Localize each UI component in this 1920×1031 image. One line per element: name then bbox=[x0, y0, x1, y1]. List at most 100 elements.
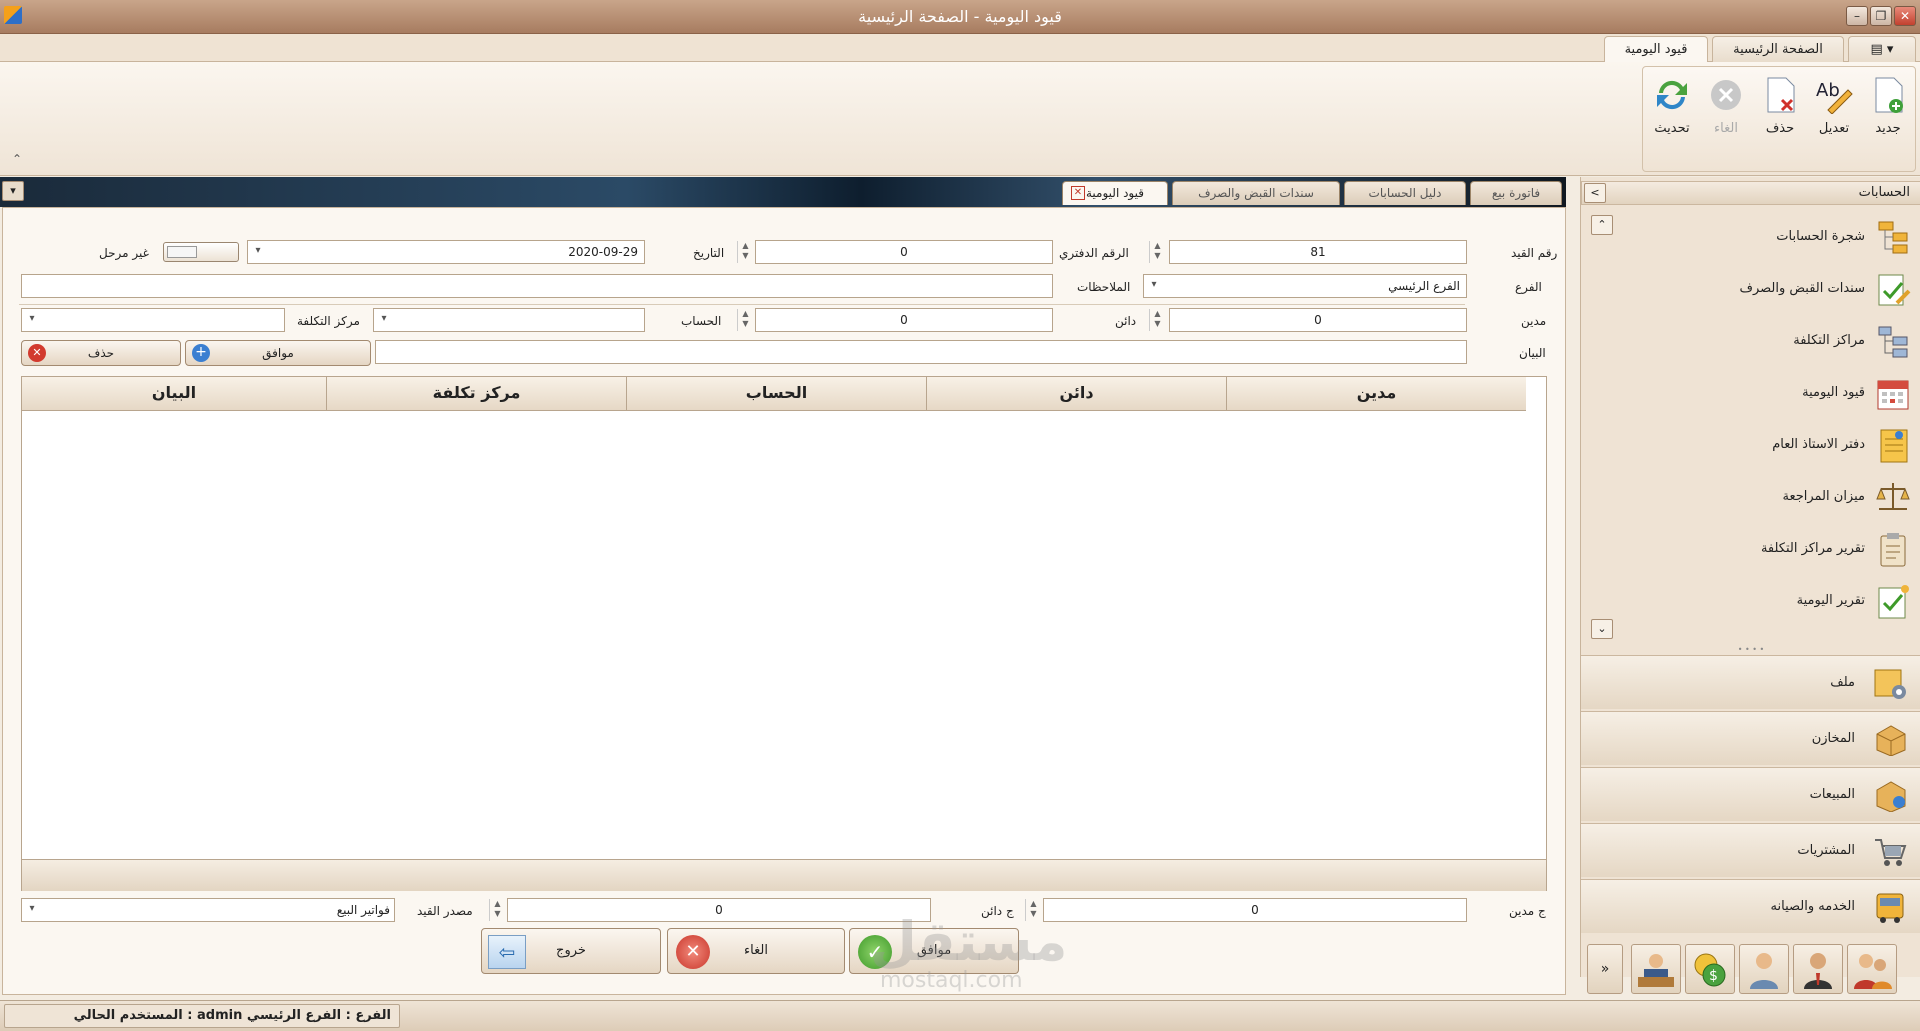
source-label: مصدر القيد bbox=[417, 904, 473, 918]
book-no-field[interactable]: 0 bbox=[755, 240, 1053, 264]
edit-button[interactable]: Ab تعديل bbox=[1809, 73, 1859, 153]
nav-item-cost-centers[interactable]: مراكز التكلفة bbox=[1581, 321, 1920, 361]
tab-journal-entries-doc[interactable]: قيود اليومية ✕ bbox=[1062, 181, 1168, 205]
currency-icon[interactable]: $ bbox=[1685, 944, 1735, 994]
edit-icon: Ab bbox=[1814, 75, 1854, 115]
splitter-grip[interactable]: • • • • bbox=[1581, 645, 1920, 655]
line-delete-button[interactable]: ✕ حذف bbox=[21, 340, 181, 366]
nav-item-trial-balance[interactable]: ميزان المراجعة bbox=[1581, 477, 1920, 517]
delete-circle-icon: ✕ bbox=[28, 344, 46, 362]
credit-spinner[interactable]: ▲ ▼ bbox=[737, 309, 753, 331]
notes-label: الملاحظات bbox=[1077, 280, 1131, 294]
date-field[interactable]: 2020-09-29 bbox=[247, 240, 645, 264]
book-no-label: الرقم الدفتري bbox=[1059, 246, 1129, 260]
nav-item-cost-center-report[interactable]: تقرير مراكز التكلفة bbox=[1581, 529, 1920, 569]
new-document-icon bbox=[1868, 75, 1908, 115]
cost-center-dropdown-icon[interactable]: ▾ bbox=[23, 309, 41, 331]
account-dropdown-icon[interactable]: ▾ bbox=[375, 309, 393, 331]
statement-field[interactable] bbox=[375, 340, 1467, 364]
tabs-dropdown-icon[interactable]: ▾ bbox=[2, 181, 24, 201]
tab-chart-of-accounts[interactable]: دليل الحسابات bbox=[1344, 181, 1466, 205]
tab-vouchers[interactable]: سندات القبض والصرف bbox=[1172, 181, 1340, 205]
column-credit[interactable]: دائن bbox=[926, 377, 1226, 411]
debit-field[interactable]: 0 bbox=[1169, 308, 1467, 332]
entries-grid[interactable]: مدين دائن الحساب مركز تكلفة البيان bbox=[21, 376, 1547, 891]
book-no-spinner[interactable]: ▲ ▼ bbox=[737, 241, 753, 263]
nav-item-label: شجرة الحسابات bbox=[1776, 229, 1865, 244]
nav-item-vouchers[interactable]: سندات القبض والصرف bbox=[1581, 269, 1920, 309]
nav-group-service[interactable]: الخدمه والصيانه bbox=[1581, 879, 1920, 933]
column-debit[interactable]: مدين bbox=[1226, 377, 1526, 411]
restore-button[interactable]: ❐ bbox=[1870, 6, 1892, 26]
column-statement[interactable]: البيان bbox=[22, 377, 326, 411]
nav-group-sales[interactable]: المبيعات bbox=[1581, 767, 1920, 821]
calendar-icon bbox=[1875, 375, 1911, 411]
new-button[interactable]: جديد bbox=[1863, 73, 1913, 153]
entry-no-spinner[interactable]: ▲ ▼ bbox=[1149, 241, 1165, 263]
refresh-button[interactable]: تحديث bbox=[1647, 73, 1697, 153]
exit-arrow-icon: ⇦ bbox=[488, 935, 526, 969]
scroll-down-icon[interactable]: ⌄ bbox=[1591, 619, 1613, 639]
account-select[interactable] bbox=[373, 308, 645, 332]
nav-item-label: تقرير مراكز التكلفة bbox=[1760, 541, 1865, 556]
nav-group-purchases[interactable]: المشتريات bbox=[1581, 823, 1920, 877]
nav-item-general-ledger[interactable]: دفتر الاستاذ العام bbox=[1581, 425, 1920, 465]
column-account[interactable]: الحساب bbox=[626, 377, 926, 411]
collapse-ribbon-icon[interactable]: ⌃ bbox=[12, 152, 22, 166]
cost-center-select[interactable] bbox=[21, 308, 285, 332]
source-dropdown-icon[interactable]: ▾ bbox=[23, 899, 41, 921]
window-title: قيود اليومية - الصفحة الرئيسية bbox=[858, 7, 1062, 26]
close-tab-icon[interactable]: ✕ bbox=[1071, 186, 1085, 200]
tab-journal-entries[interactable]: قيود اليومية bbox=[1604, 36, 1708, 64]
credit-field[interactable]: 0 bbox=[755, 308, 1053, 332]
nav-item-journal-entries[interactable]: قيود اليومية bbox=[1581, 373, 1920, 413]
tab-sales-invoice[interactable]: فاتورة بيع bbox=[1470, 181, 1562, 205]
vouchers-icon bbox=[1875, 271, 1911, 307]
nav-item-daily-report[interactable]: تقرير اليومية bbox=[1581, 581, 1920, 621]
users-group-icon[interactable] bbox=[1847, 944, 1897, 994]
cancel-x-icon: ✕ bbox=[676, 935, 710, 969]
user-desk-icon[interactable] bbox=[1631, 944, 1681, 994]
column-cost-center[interactable]: مركز تكلفة bbox=[326, 377, 626, 411]
sales-box-icon bbox=[1873, 778, 1907, 813]
date-dropdown-icon[interactable]: ▾ bbox=[249, 241, 267, 263]
file-settings-icon bbox=[1873, 666, 1907, 700]
svg-text:Ab: Ab bbox=[1816, 80, 1840, 101]
credit-value: 0 bbox=[900, 313, 908, 327]
refresh-label: تحديث bbox=[1654, 121, 1690, 136]
collapse-panel-icon[interactable]: < bbox=[1584, 183, 1606, 203]
nav-item-label: مراكز التكلفة bbox=[1793, 333, 1865, 348]
cancel-button[interactable]: الغاء bbox=[1701, 73, 1751, 153]
source-select[interactable]: فواتير البيع bbox=[21, 898, 395, 922]
line-ok-button[interactable]: + موافق bbox=[185, 340, 371, 366]
total-debit-label: ج مدين bbox=[1509, 904, 1546, 918]
expand-shortcuts-icon[interactable]: » bbox=[1587, 944, 1623, 994]
nav-item-account-tree[interactable]: شجرة الحسابات bbox=[1581, 217, 1920, 257]
exit-button[interactable]: ⇦ خروج bbox=[481, 928, 661, 974]
debit-spinner[interactable]: ▲ ▼ bbox=[1149, 309, 1165, 331]
delete-button[interactable]: حذف bbox=[1755, 73, 1805, 153]
branch-select[interactable]: الفرع الرئيسي bbox=[1143, 274, 1467, 298]
notes-field[interactable] bbox=[21, 274, 1053, 298]
entry-no-field[interactable]: 81 bbox=[1169, 240, 1467, 264]
user-icon[interactable] bbox=[1739, 944, 1789, 994]
quick-access-menu[interactable]: ▤ ▾ bbox=[1848, 36, 1916, 63]
cancel-label: الغاء bbox=[1714, 121, 1738, 136]
journal-entry-form: رقم القيد 81 ▲ ▼ الرقم الدفتري 0 ▲ ▼ التار… bbox=[2, 207, 1566, 995]
nav-group-file[interactable]: ملف bbox=[1581, 655, 1920, 709]
close-button[interactable]: ✕ bbox=[1894, 6, 1916, 26]
tab-home[interactable]: الصفحة الرئيسية bbox=[1712, 36, 1844, 63]
nav-group-label: المبيعات bbox=[1809, 787, 1855, 802]
nav-group-warehouses[interactable]: المخازن bbox=[1581, 711, 1920, 765]
unposted-toggle[interactable] bbox=[163, 242, 239, 262]
minimize-button[interactable]: – bbox=[1846, 6, 1868, 26]
manager-icon[interactable] bbox=[1793, 944, 1843, 994]
branch-dropdown-icon[interactable]: ▾ bbox=[1145, 275, 1163, 297]
cancel-entry-button[interactable]: ✕ الغاء bbox=[667, 928, 845, 974]
total-debit-field: 0 bbox=[1043, 898, 1467, 922]
grid-footer bbox=[22, 859, 1546, 891]
nav-item-label: دفتر الاستاذ العام bbox=[1772, 437, 1865, 452]
refresh-icon bbox=[1652, 75, 1692, 115]
statement-label: البيان bbox=[1519, 346, 1546, 360]
watermark-url: mostaql.com bbox=[880, 968, 1023, 993]
